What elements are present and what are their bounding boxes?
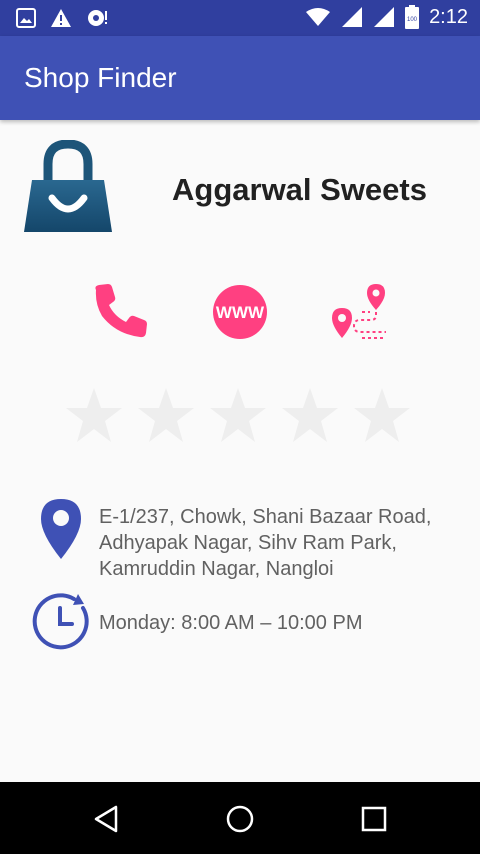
home-icon[interactable] xyxy=(225,804,255,834)
signal-icon-secondary xyxy=(374,7,395,27)
shop-address: E-1/237, Chowk, Shani Bazaar Road, Adhya… xyxy=(99,506,432,580)
phone-icon xyxy=(95,284,147,338)
battery-level-text: 100 xyxy=(407,17,418,23)
system-status-icons: 100 2:12 xyxy=(305,5,468,29)
status-time: 2:12 xyxy=(429,5,468,28)
battery-icon: 100 xyxy=(405,5,420,29)
signal-icon xyxy=(342,7,363,27)
image-notification-icon xyxy=(16,8,36,28)
back-icon[interactable] xyxy=(92,804,122,834)
website-button[interactable]: WWW xyxy=(210,282,270,342)
app-bar: Shop Finder xyxy=(0,36,480,120)
recents-icon[interactable] xyxy=(359,804,389,834)
star-icon[interactable] xyxy=(208,386,268,446)
wifi-icon xyxy=(306,8,331,26)
clock-icon xyxy=(32,593,89,650)
shopping-bag-icon xyxy=(24,140,112,232)
location-pin-icon xyxy=(41,499,81,559)
shop-name: Aggarwal Sweets xyxy=(172,172,427,207)
rating-bar[interactable] xyxy=(64,386,412,446)
call-button[interactable] xyxy=(90,282,150,342)
directions-button[interactable] xyxy=(330,282,390,342)
website-label: WWW xyxy=(216,303,265,322)
notification-icons xyxy=(16,7,110,29)
star-icon[interactable] xyxy=(136,386,196,446)
status-bar: 100 2:12 xyxy=(0,0,480,36)
app-title: Shop Finder xyxy=(24,62,177,93)
warning-icon xyxy=(51,9,71,27)
route-icon xyxy=(332,284,386,339)
shop-hours: Monday: 8:00 AM – 10:00 PM xyxy=(99,612,363,634)
navigation-bar xyxy=(0,782,480,854)
star-icon[interactable] xyxy=(280,386,340,446)
star-icon[interactable] xyxy=(352,386,412,446)
star-icon[interactable] xyxy=(64,386,124,446)
sync-notification-icon xyxy=(88,10,107,26)
